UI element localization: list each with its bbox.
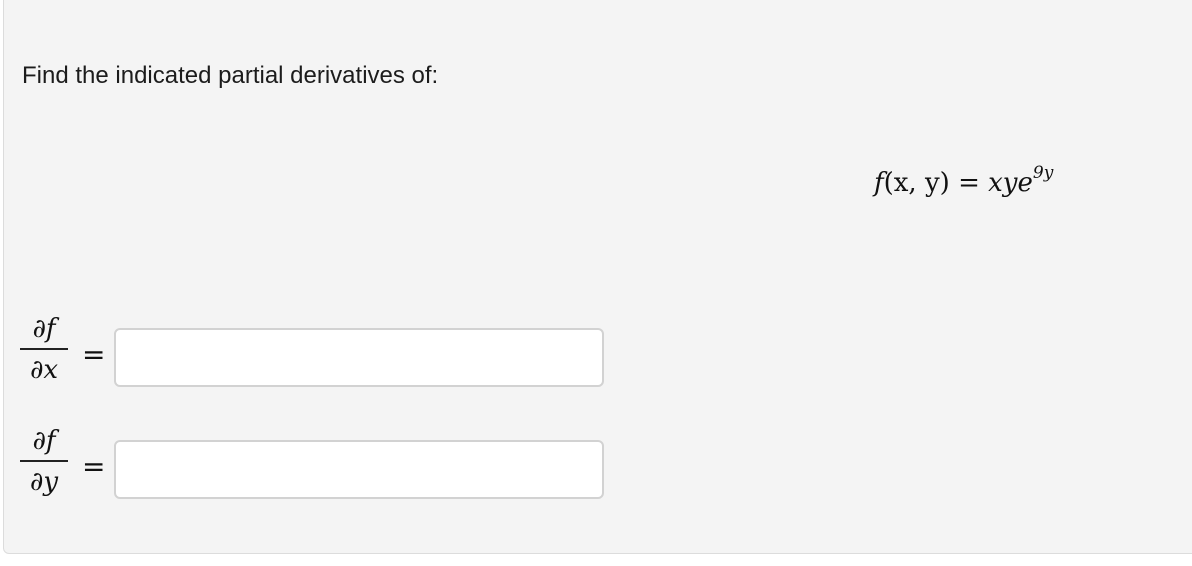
partial-y-equals: = (82, 450, 106, 483)
partial-x-fraction-bar (20, 348, 68, 350)
function-name: f (874, 168, 884, 198)
partial-y-answer-input[interactable] (114, 440, 604, 499)
partial-x-answer-input[interactable] (114, 328, 604, 387)
partial-y-fraction: ∂f ∂y (20, 426, 68, 497)
partial-y-fraction-bar (20, 460, 68, 462)
function-equals: = (958, 168, 980, 198)
partial-x-fraction: ∂f ∂x (20, 314, 68, 385)
question-prompt: Find the indicated partial derivatives o… (22, 62, 439, 89)
partial-x-equals: = (82, 338, 106, 371)
partial-y-denominator: ∂y (29, 467, 59, 497)
partial-x-numerator: ∂f (32, 314, 56, 344)
partial-x-denominator: ∂x (29, 355, 59, 385)
function-rhs-exponent: 9y (1032, 163, 1054, 183)
function-args: (x, y) (883, 168, 950, 198)
function-definition: f(x, y) = xye9y (874, 165, 1053, 199)
partial-y-numerator: ∂f (32, 426, 56, 456)
function-rhs-base: xye (988, 168, 1033, 198)
